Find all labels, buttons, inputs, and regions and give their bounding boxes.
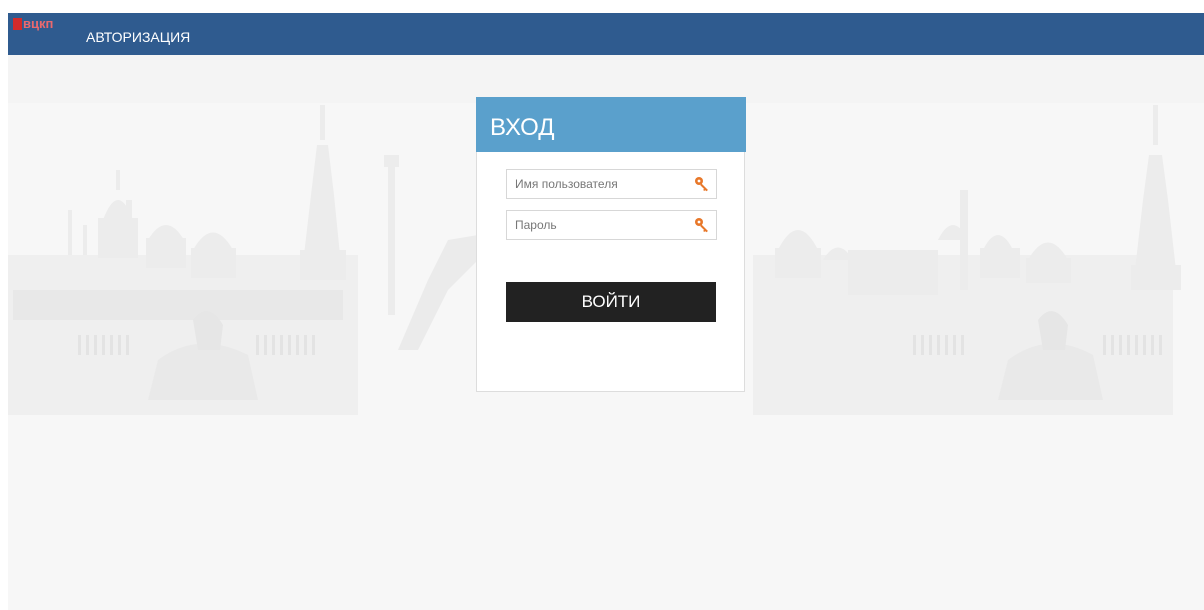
key-icon <box>695 177 708 192</box>
password-input[interactable] <box>507 211 695 239</box>
login-panel: ВХОД ВОЙТИ <box>476 97 746 392</box>
logo-text: вцкп <box>23 16 54 31</box>
page-title: АВТОРИЗАЦИЯ <box>86 29 191 45</box>
username-field[interactable] <box>506 169 717 199</box>
background-band <box>8 55 1204 103</box>
username-input[interactable] <box>507 170 695 198</box>
logo-red-square <box>13 18 22 30</box>
password-field[interactable] <box>506 210 717 240</box>
login-panel-header: ВХОД <box>476 97 746 152</box>
login-title: ВХОД <box>490 114 555 141</box>
page: вцкп АВТОРИЗАЦИЯ ВХОД Имя пользователя В… <box>0 0 1204 610</box>
login-button[interactable]: ВОЙТИ <box>506 282 716 322</box>
key-icon <box>695 218 708 233</box>
vckp-logo: вцкп <box>13 16 69 31</box>
